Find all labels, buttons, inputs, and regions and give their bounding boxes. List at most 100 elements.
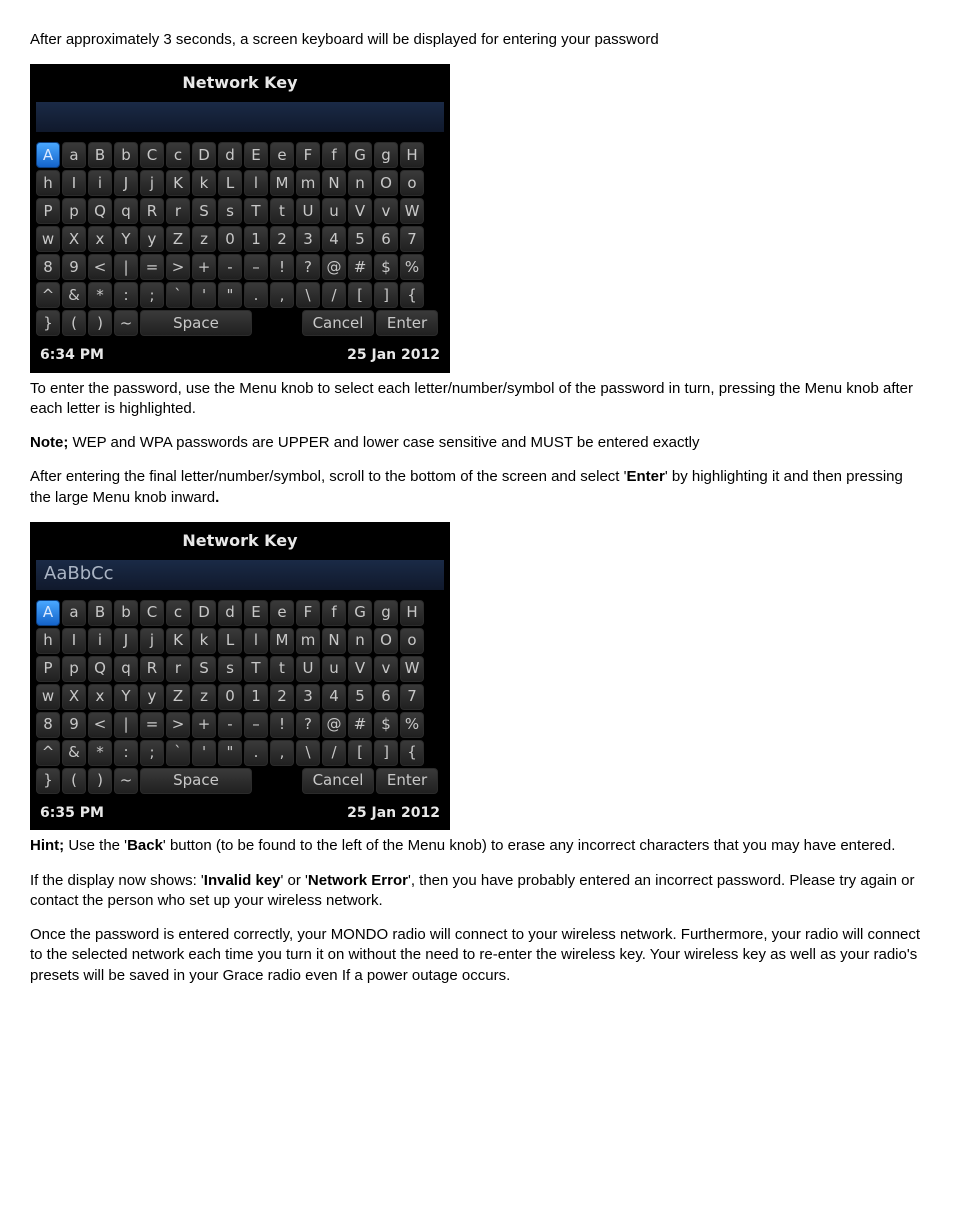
key[interactable]: + — [192, 254, 216, 280]
key[interactable]: t — [270, 656, 294, 682]
key[interactable]: I — [62, 628, 86, 654]
key[interactable]: , — [270, 282, 294, 308]
key[interactable]: T — [244, 198, 268, 224]
key[interactable]: ] — [374, 282, 398, 308]
key[interactable]: z — [192, 684, 216, 710]
key[interactable]: e — [270, 142, 294, 168]
key[interactable]: . — [244, 282, 268, 308]
key[interactable]: Y — [114, 684, 138, 710]
key[interactable]: ` — [166, 740, 190, 766]
key[interactable]: w — [36, 684, 60, 710]
key[interactable]: P — [36, 198, 60, 224]
key[interactable]: L — [218, 628, 242, 654]
key[interactable]: < — [88, 712, 112, 738]
key[interactable]: 5 — [348, 226, 372, 252]
key[interactable]: m — [296, 628, 320, 654]
key[interactable]: U — [296, 198, 320, 224]
key[interactable]: J — [114, 170, 138, 196]
key[interactable]: ` — [166, 282, 190, 308]
key[interactable]: # — [348, 254, 372, 280]
key[interactable]: ~ — [114, 768, 138, 794]
key[interactable]: m — [296, 170, 320, 196]
key[interactable]: K — [166, 628, 190, 654]
key[interactable]: 5 — [348, 684, 372, 710]
key[interactable]: M — [270, 628, 294, 654]
key[interactable]: . — [244, 740, 268, 766]
key[interactable]: [ — [348, 282, 372, 308]
key[interactable]: R — [140, 656, 164, 682]
key[interactable]: / — [322, 282, 346, 308]
key[interactable]: ~ — [114, 310, 138, 336]
key[interactable]: ( — [62, 768, 86, 794]
key[interactable]: n — [348, 170, 372, 196]
key[interactable]: 4 — [322, 684, 346, 710]
key[interactable]: o — [400, 170, 424, 196]
key[interactable]: x — [88, 226, 112, 252]
key[interactable]: T — [244, 656, 268, 682]
key[interactable]: H — [400, 600, 424, 626]
key[interactable]: " — [218, 740, 242, 766]
key[interactable]: W — [400, 198, 424, 224]
key[interactable]: 7 — [400, 226, 424, 252]
key[interactable]: W — [400, 656, 424, 682]
key[interactable]: V — [348, 198, 372, 224]
key[interactable]: C — [140, 600, 164, 626]
key[interactable]: c — [166, 600, 190, 626]
key[interactable]: ^ — [36, 282, 60, 308]
key[interactable]: F — [296, 600, 320, 626]
key[interactable]: 9 — [62, 254, 86, 280]
key[interactable]: C — [140, 142, 164, 168]
key[interactable]: ; — [140, 282, 164, 308]
key[interactable]: V — [348, 656, 372, 682]
key[interactable]: > — [166, 712, 190, 738]
key-enter[interactable]: Enter — [376, 310, 438, 336]
key[interactable]: 2 — [270, 684, 294, 710]
key[interactable]: ; — [140, 740, 164, 766]
key[interactable]: 1 — [244, 684, 268, 710]
key[interactable]: y — [140, 226, 164, 252]
key[interactable]: U — [296, 656, 320, 682]
key[interactable]: d — [218, 142, 242, 168]
key[interactable]: ' — [192, 740, 216, 766]
key[interactable]: R — [140, 198, 164, 224]
key[interactable]: : — [114, 740, 138, 766]
key[interactable]: A — [36, 600, 60, 626]
key[interactable]: # — [348, 712, 372, 738]
key[interactable]: r — [166, 656, 190, 682]
key[interactable]: 7 — [400, 684, 424, 710]
key[interactable]: N — [322, 628, 346, 654]
key[interactable]: u — [322, 198, 346, 224]
key[interactable]: v — [374, 198, 398, 224]
key[interactable]: 3 — [296, 226, 320, 252]
key[interactable]: 8 — [36, 254, 60, 280]
key[interactable]: h — [36, 170, 60, 196]
key[interactable]: 3 — [296, 684, 320, 710]
key[interactable]: ) — [88, 310, 112, 336]
key[interactable]: + — [192, 712, 216, 738]
key[interactable]: Z — [166, 226, 190, 252]
key[interactable]: " — [218, 282, 242, 308]
key[interactable]: J — [114, 628, 138, 654]
key[interactable]: k — [192, 628, 216, 654]
key[interactable]: 6 — [374, 226, 398, 252]
key[interactable]: j — [140, 170, 164, 196]
key[interactable]: H — [400, 142, 424, 168]
key[interactable]: : — [114, 282, 138, 308]
key[interactable]: B — [88, 142, 112, 168]
key[interactable]: X — [62, 684, 86, 710]
key[interactable]: i — [88, 170, 112, 196]
key[interactable]: - — [218, 254, 242, 280]
key[interactable]: } — [36, 768, 60, 794]
key-space[interactable]: Space — [140, 310, 252, 336]
key[interactable]: ^ — [36, 740, 60, 766]
key[interactable]: h — [36, 628, 60, 654]
key[interactable]: D — [192, 600, 216, 626]
key[interactable]: Z — [166, 684, 190, 710]
key[interactable]: b — [114, 142, 138, 168]
key[interactable]: X — [62, 226, 86, 252]
key[interactable]: o — [400, 628, 424, 654]
key[interactable]: j — [140, 628, 164, 654]
key[interactable]: p — [62, 198, 86, 224]
key[interactable]: d — [218, 600, 242, 626]
key[interactable]: 0 — [218, 226, 242, 252]
